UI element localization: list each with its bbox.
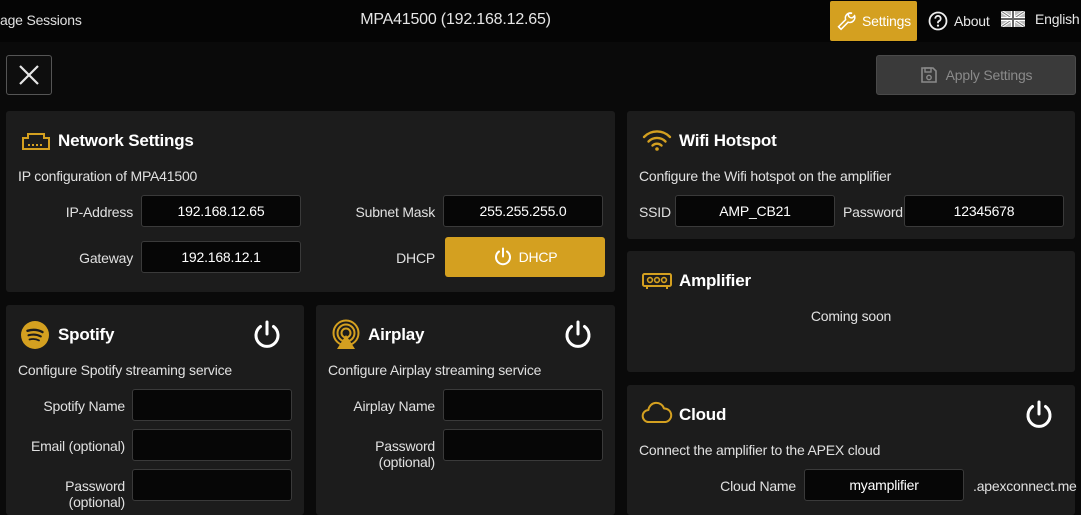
power-icon bbox=[493, 247, 513, 267]
ssid-input[interactable]: AMP_CB21 bbox=[675, 195, 835, 227]
wifi-icon bbox=[641, 128, 673, 152]
help-circle-icon bbox=[928, 11, 948, 31]
airplay-password-label: Password (optional) bbox=[375, 438, 435, 470]
amplifier-status: Coming soon bbox=[810, 308, 892, 324]
cloud-name-label: Cloud Name bbox=[720, 478, 796, 494]
language-selector[interactable]: English bbox=[1001, 11, 1080, 27]
ethernet-port-icon bbox=[20, 128, 52, 152]
apply-settings-label: Apply Settings bbox=[945, 67, 1033, 83]
wifi-password-label: Password bbox=[843, 204, 903, 220]
spotify-icon bbox=[20, 320, 50, 350]
spotify-email-label: Email (optional) bbox=[30, 438, 125, 454]
gateway-input[interactable]: 192.168.12.1 bbox=[141, 241, 301, 273]
close-button[interactable] bbox=[6, 55, 52, 95]
dhcp-toggle-button[interactable]: DHCP bbox=[445, 237, 605, 277]
wifi-password-input[interactable]: 12345678 bbox=[904, 195, 1064, 227]
dhcp-button-label: DHCP bbox=[518, 249, 558, 265]
airplay-name-label: Airplay Name bbox=[353, 398, 435, 414]
top-bar: age Sessions MPA41500 (192.168.12.65) Se… bbox=[0, 0, 1081, 42]
amplifier-title: Amplifier bbox=[679, 271, 751, 290]
amplifier-icon bbox=[641, 271, 673, 291]
apply-settings-button[interactable]: Apply Settings bbox=[876, 55, 1076, 95]
airplay-name-input[interactable] bbox=[443, 389, 603, 421]
ip-address-input[interactable]: 192.168.12.65 bbox=[141, 195, 301, 227]
cloud-description: Connect the amplifier to the APEX cloud bbox=[639, 442, 881, 458]
subnet-mask-input[interactable]: 255.255.255.0 bbox=[443, 195, 603, 227]
cloud-power-toggle[interactable] bbox=[1023, 399, 1055, 431]
airplay-title: Airplay bbox=[368, 325, 425, 344]
ip-address-label: IP-Address bbox=[65, 204, 133, 220]
spotify-password-label: Password (optional) bbox=[65, 478, 125, 510]
spotify-title: Spotify bbox=[58, 325, 115, 344]
settings-label: Settings bbox=[862, 13, 911, 29]
airplay-power-toggle[interactable] bbox=[562, 319, 594, 351]
airplay-password-input[interactable] bbox=[443, 429, 603, 461]
airplay-icon bbox=[330, 319, 362, 351]
about-link[interactable]: About bbox=[928, 11, 990, 31]
close-icon bbox=[18, 64, 40, 86]
spotify-name-label: Spotify Name bbox=[43, 398, 125, 414]
language-label: English bbox=[1035, 11, 1080, 27]
spotify-name-input[interactable] bbox=[132, 389, 292, 421]
save-icon bbox=[920, 66, 938, 84]
about-label: About bbox=[954, 13, 990, 29]
cloud-domain-suffix: .apexconnect.me bbox=[973, 478, 1077, 494]
ssid-label: SSID bbox=[639, 204, 671, 220]
spotify-power-toggle[interactable] bbox=[251, 319, 283, 351]
airplay-description: Configure Airplay streaming service bbox=[328, 362, 542, 378]
cloud-title: Cloud bbox=[679, 405, 727, 424]
cloud-name-input[interactable]: myamplifier bbox=[804, 469, 964, 501]
network-description: IP configuration of MPA41500 bbox=[18, 168, 198, 184]
dhcp-label: DHCP bbox=[396, 250, 435, 266]
wifi-hotspot-title: Wifi Hotspot bbox=[679, 131, 777, 150]
spotify-description: Configure Spotify streaming service bbox=[18, 362, 232, 378]
network-settings-title: Network Settings bbox=[58, 131, 194, 150]
device-title: MPA41500 (192.168.12.65) bbox=[360, 11, 551, 28]
spotify-password-input[interactable] bbox=[132, 469, 292, 501]
uk-flag-icon bbox=[1001, 11, 1025, 27]
wrench-icon bbox=[836, 10, 858, 32]
gateway-label: Gateway bbox=[79, 250, 133, 266]
subnet-mask-label: Subnet Mask bbox=[355, 204, 435, 220]
spotify-email-input[interactable] bbox=[132, 429, 292, 461]
cloud-icon bbox=[641, 401, 673, 425]
wifi-description: Configure the Wifi hotspot on the amplif… bbox=[639, 168, 892, 184]
settings-button[interactable]: Settings bbox=[830, 1, 917, 41]
